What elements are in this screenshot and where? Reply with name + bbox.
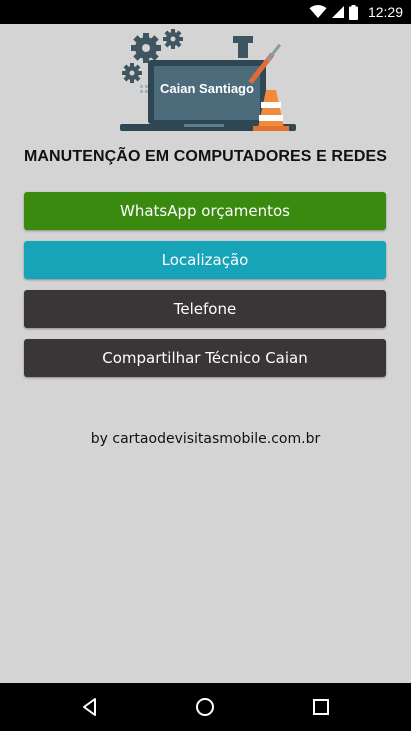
recent-apps-icon[interactable]: [309, 695, 333, 719]
share-button[interactable]: Compartilhar Técnico Caian: [24, 339, 386, 377]
signal-icon: [331, 6, 344, 18]
gear-left-icon: [122, 63, 142, 83]
location-button[interactable]: Localização: [24, 241, 386, 279]
credit-link[interactable]: by cartaodevisitasmobile.com.br: [0, 431, 411, 447]
logo-text: Caian Santiago: [160, 81, 254, 96]
company-logo: Caian Santiago: [120, 29, 296, 131]
wifi-icon: [309, 5, 327, 18]
whatsapp-button[interactable]: WhatsApp orçamentos: [24, 192, 386, 230]
back-icon[interactable]: [78, 695, 102, 719]
gear-small-icon: [163, 29, 183, 49]
page-title: MANUTENÇÃO EM COMPUTADORES E REDES: [23, 148, 388, 165]
home-icon[interactable]: [193, 695, 217, 719]
status-bar: 12:29: [0, 0, 411, 24]
phone-button[interactable]: Telefone: [24, 290, 386, 328]
status-time: 12:29: [367, 4, 403, 20]
battery-icon: [348, 4, 358, 20]
navigation-bar: [0, 683, 411, 731]
status-icons: 12:29: [309, 0, 403, 24]
gear-icon: [131, 33, 161, 63]
